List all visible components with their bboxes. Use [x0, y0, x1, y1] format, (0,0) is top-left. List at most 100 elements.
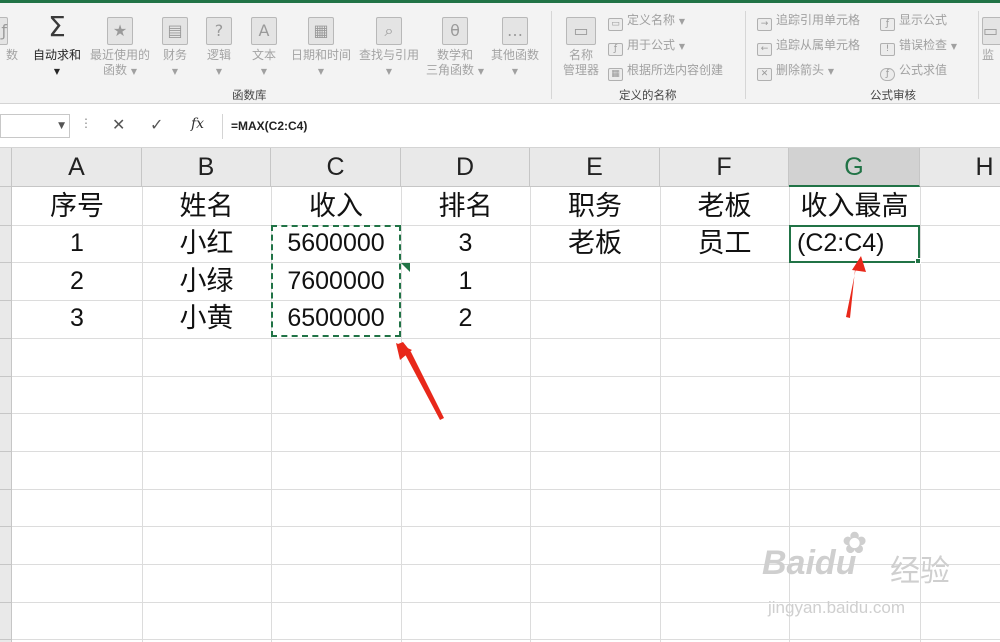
cell-a2[interactable]: 1 [12, 225, 142, 262]
more-functions-icon: … [502, 17, 528, 45]
logical-icon: ? [206, 17, 232, 45]
row-header-divider [0, 639, 12, 640]
row-header-strip[interactable] [0, 148, 12, 642]
drag-handle-icon[interactable]: ⋮ [80, 116, 92, 130]
grid-hline [12, 451, 1000, 452]
grid-icon: ▦ [608, 68, 623, 81]
chevron-down-icon: ▼ [215, 67, 223, 76]
cell-e2[interactable]: 老板 [530, 225, 660, 262]
row-header-divider [0, 338, 12, 339]
remove-arrows-button[interactable]: ✕ 删除箭头 ▼ [757, 62, 834, 81]
chevron-down-icon: ▼ [678, 17, 685, 26]
ribbon: ƒ 数 Σ 自动求和 ▼ ★ 最近使用的 函数 ▼ ▤ 财务 ▼ ? 逻辑 ▼ … [0, 0, 1000, 104]
cell-a4[interactable]: 3 [12, 300, 142, 337]
column-header-d[interactable]: D [401, 148, 530, 187]
error-indicator-icon[interactable] [401, 263, 410, 272]
text-function-icon: A [251, 17, 277, 45]
watch-window-icon: ▭ [982, 17, 1000, 45]
watermark-url: jingyan.baidu.com [768, 598, 906, 617]
column-header-b[interactable]: B [142, 148, 271, 187]
logical-button[interactable]: ? 逻辑 ▼ [201, 17, 237, 79]
cell-c1[interactable]: 收入 [271, 188, 401, 225]
cell-f2[interactable]: 员工 [660, 225, 789, 262]
date-time-icon: ▦ [308, 17, 334, 45]
cell-b4[interactable]: 小黄 [142, 300, 271, 337]
chevron-down-icon: ▼ [950, 42, 957, 51]
trace-precedents-button[interactable]: → 追踪引用单元格 [757, 12, 860, 31]
column-header-f[interactable]: F [660, 148, 789, 187]
trace-precedents-icon: → [757, 18, 772, 31]
define-name-button[interactable]: ▭ 定义名称 ▼ [608, 12, 685, 31]
cancel-icon[interactable]: ✕ [112, 115, 125, 134]
cell-d4[interactable]: 2 [401, 300, 530, 337]
recent-functions-button[interactable]: ★ 最近使用的 函数 ▼ [87, 17, 153, 79]
cell-b2[interactable]: 小红 [142, 225, 271, 262]
lookup-reference-button[interactable]: ⌕ 查找与引用 ▼ [356, 17, 422, 79]
trace-dependents-icon: ← [757, 43, 772, 56]
active-cell-g2[interactable] [789, 225, 920, 263]
watch-window-button-partial[interactable]: ▭ 监 [982, 17, 1000, 63]
grid-hline [12, 413, 1000, 414]
trace-dependents-button[interactable]: ← 追踪从属单元格 [757, 37, 860, 56]
chevron-down-icon: ▼ [53, 67, 61, 76]
grid-hline [12, 639, 1000, 640]
insert-function-button-partial[interactable]: ƒ 数 [0, 17, 18, 63]
column-header-a[interactable]: A [12, 148, 142, 187]
remove-arrows-icon: ✕ [757, 68, 772, 81]
name-manager-button[interactable]: ▭ 名称 管理器 [558, 17, 604, 78]
text-function-button[interactable]: A 文本 ▼ [246, 17, 282, 79]
cell-a3[interactable]: 2 [12, 263, 142, 300]
evaluate-formula-button[interactable]: ƒ 公式求值 [880, 62, 947, 81]
math-trig-button[interactable]: θ 数学和 三角函数 ▼ [422, 17, 488, 79]
enter-icon[interactable]: ✓ [150, 115, 163, 134]
copy-marquee [271, 225, 401, 337]
column-header-h[interactable]: H [920, 148, 1000, 187]
cell-f1[interactable]: 老板 [660, 188, 789, 225]
evaluate-formula-icon: ƒ [880, 68, 895, 81]
column-header-c[interactable]: C [271, 148, 401, 187]
financial-icon: ▤ [162, 17, 188, 45]
insert-function-fx-button[interactable]: fx [191, 116, 204, 132]
row-header-divider [0, 262, 12, 263]
row-header-divider [0, 602, 12, 603]
error-checking-button[interactable]: ! 错误检查 ▼ [880, 37, 957, 56]
name-box[interactable]: ▼ [0, 114, 70, 138]
error-checking-icon: ! [880, 43, 895, 56]
more-functions-button[interactable]: … 其他函数 ▼ [487, 17, 543, 79]
show-formulas-button[interactable]: ƒ 显示公式 [880, 12, 947, 31]
column-header-e[interactable]: E [530, 148, 660, 187]
watermark-suffix: 经验 [890, 555, 950, 588]
cell-d1[interactable]: 排名 [401, 188, 530, 225]
column-header-g[interactable]: G [789, 148, 920, 187]
use-in-formula-button[interactable]: ƒ 用于公式 ▼ [608, 37, 685, 56]
cell-d3[interactable]: 1 [401, 263, 530, 300]
autosum-icon: Σ [48, 10, 66, 43]
autosum-button[interactable]: Σ 自动求和 ▼ [30, 11, 84, 79]
date-time-button[interactable]: ▦ 日期和时间 ▼ [288, 17, 354, 79]
fill-handle[interactable] [915, 258, 921, 264]
cell-b3[interactable]: 小绿 [142, 263, 271, 300]
grid-hline [12, 338, 1000, 339]
cell-d2[interactable]: 3 [401, 225, 530, 262]
create-from-selection-button[interactable]: ▦ 根据所选内容创建 [608, 62, 723, 81]
select-all-corner[interactable] [0, 148, 12, 187]
baidu-watermark: Baidu ✿ 经验 jingyan.baidu.com [762, 527, 992, 630]
cell-g1[interactable]: 收入最高 [789, 188, 920, 225]
chevron-down-icon: ▼ [385, 67, 393, 76]
row-header-divider [0, 413, 12, 414]
formula-input[interactable]: =MAX(C2:C4) [222, 114, 1000, 139]
ribbon-separator [551, 11, 552, 99]
ribbon-separator [745, 11, 746, 99]
cell-b1[interactable]: 姓名 [142, 188, 271, 225]
recent-functions-icon: ★ [107, 17, 133, 45]
financial-button[interactable]: ▤ 财务 ▼ [157, 17, 193, 79]
chevron-down-icon: ▼ [171, 67, 179, 76]
chevron-down-icon: ▼ [678, 42, 685, 51]
paw-icon: ✿ [842, 527, 868, 560]
row-header-divider [0, 526, 12, 527]
cell-a1[interactable]: 序号 [12, 188, 142, 225]
grid-hline [12, 489, 1000, 490]
insert-function-icon: ƒ [0, 17, 8, 45]
math-trig-icon: θ [442, 17, 468, 45]
cell-e1[interactable]: 职务 [530, 188, 660, 225]
